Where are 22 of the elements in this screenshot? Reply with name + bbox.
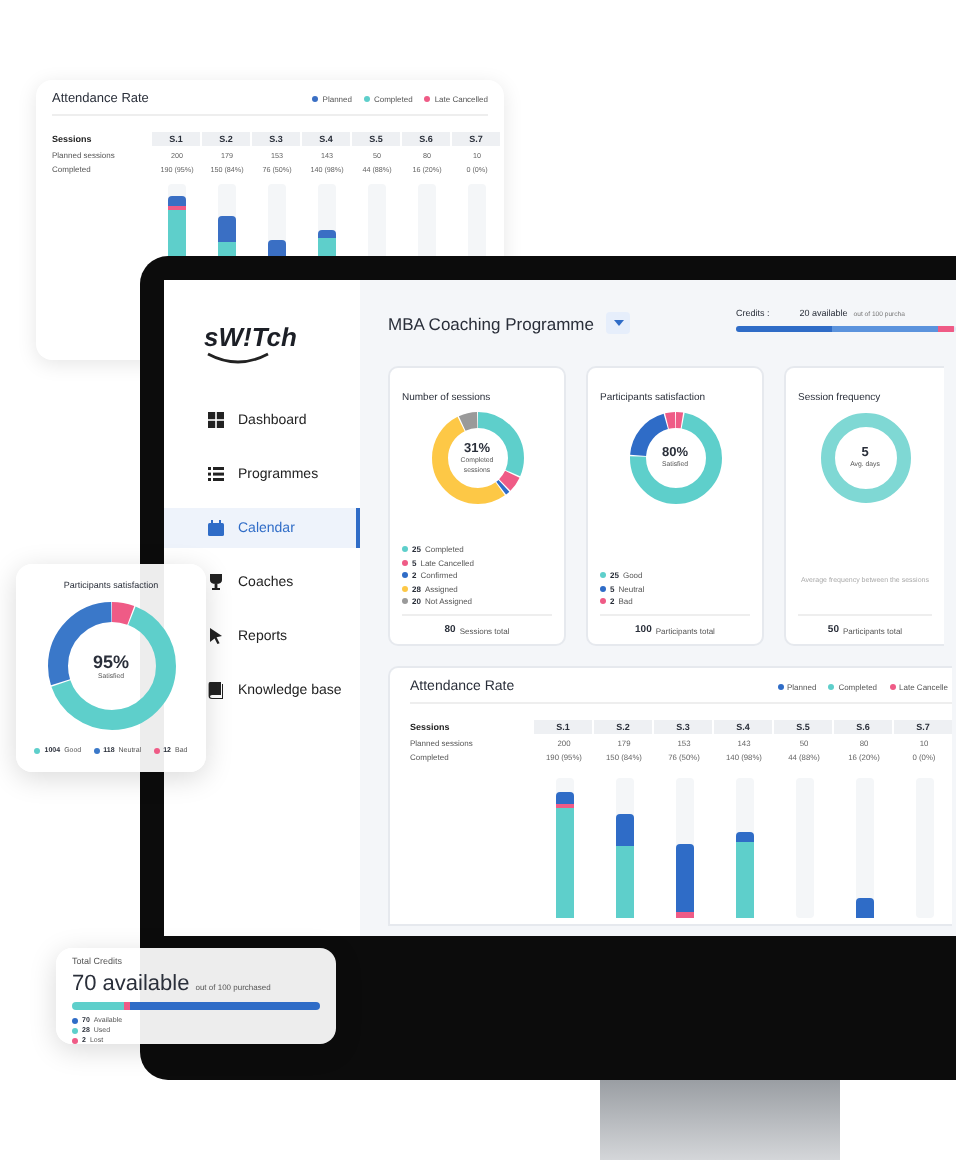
donut-chart-drawing <box>47 602 175 730</box>
bar-track <box>675 778 693 918</box>
donut-chart-drawing <box>629 412 721 504</box>
grid-icon <box>208 411 224 429</box>
donut-chart-drawing <box>431 412 523 504</box>
bar-track <box>555 778 573 918</box>
ring-drawing <box>819 412 911 504</box>
cursor-icon <box>208 627 224 645</box>
dropdown-button[interactable] <box>606 312 630 334</box>
bar-track <box>855 778 873 918</box>
bar-track <box>615 778 633 918</box>
cup-icon <box>208 573 224 591</box>
calendar-icon <box>208 519 224 537</box>
programme-title: MBA Coaching Programme <box>388 313 594 333</box>
list-icon <box>208 465 224 483</box>
book-icon <box>208 681 224 699</box>
chart-value: 95% <box>92 651 129 672</box>
smile-icon <box>204 350 272 364</box>
logo-text: sW!Tch <box>204 324 297 350</box>
bar-track <box>735 778 753 918</box>
caret-icon <box>613 320 623 326</box>
credits-available: 70 available <box>72 972 190 996</box>
